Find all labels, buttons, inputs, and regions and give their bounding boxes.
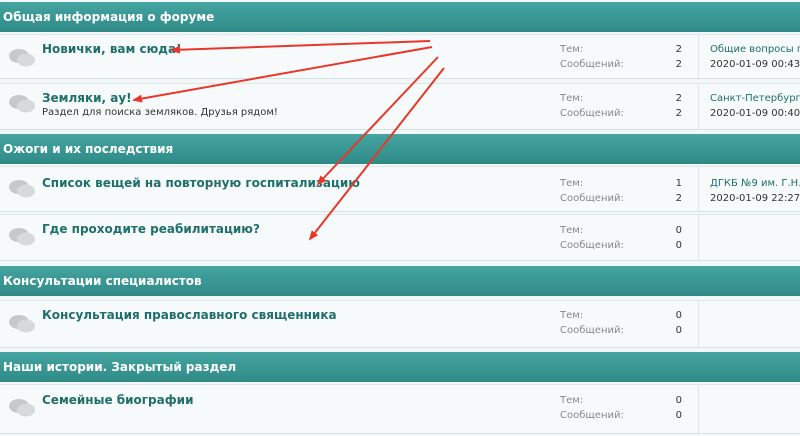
topics-count: 1 (675, 178, 682, 189)
forum-row: Список вещей на повторную госпитализацию… (0, 166, 800, 212)
topics-count: 0 (675, 310, 682, 321)
column-divider (698, 301, 699, 347)
forum-title-link[interactable]: Семейные биографии (42, 393, 193, 407)
topics-count: 2 (675, 93, 682, 104)
topics-label: Тем: (560, 225, 584, 236)
category-header[interactable]: Ожоги и их последствия (0, 134, 800, 164)
category-header[interactable]: Наши истории. Закрытый раздел (0, 352, 800, 382)
posts-label: Сообщений: (560, 108, 624, 119)
forum-bubble-icon (9, 399, 35, 417)
topics-label: Тем: (560, 44, 584, 55)
forum-row: Земляки, ау! Раздел для поиска земляков.… (0, 83, 800, 130)
posts-count: 2 (675, 108, 682, 119)
last-post-link[interactable]: ДГКБ №9 им. Г.Н. С (710, 178, 800, 189)
posts-count: 0 (675, 410, 682, 421)
last-post-date: 2020-01-09 00:40:5 (710, 108, 800, 119)
posts-count: 2 (675, 59, 682, 70)
forum-bubble-icon (9, 180, 35, 198)
forum-row: Консультация православного священника Те… (0, 300, 800, 348)
posts-label: Сообщений: (560, 410, 624, 421)
column-divider (698, 84, 699, 129)
topics-label: Тем: (560, 178, 584, 189)
topics-count: 0 (675, 395, 682, 406)
forum-bubble-icon (9, 228, 35, 246)
posts-count: 0 (675, 240, 682, 251)
forum-bubble-icon (9, 95, 35, 113)
topics-label: Тем: (560, 395, 584, 406)
topics-count: 2 (675, 44, 682, 55)
forum-title-link[interactable]: Земляки, ау! (42, 91, 132, 105)
forum-row: Новички, вам сюда! Тем: 2 Сообщений: 2 О… (0, 34, 800, 79)
forum-bubble-icon (9, 315, 35, 333)
column-divider (698, 215, 699, 260)
posts-label: Сообщений: (560, 193, 624, 204)
posts-count: 0 (675, 325, 682, 336)
forum-title-link[interactable]: Список вещей на повторную госпитализацию (42, 176, 360, 190)
posts-count: 2 (675, 193, 682, 204)
last-post-date: 2020-01-09 22:27:3 (710, 193, 800, 204)
forum-title-link[interactable]: Новички, вам сюда! (42, 42, 182, 56)
forum-title-link[interactable]: Где проходите реабилитацию? (42, 222, 260, 236)
forum-row: Семейные биографии Тем: 0 Сообщений: 0 (0, 384, 800, 434)
column-divider (698, 385, 699, 433)
category-header[interactable]: Консультации специалистов (0, 266, 800, 296)
topics-label: Тем: (560, 310, 584, 321)
forum-row: Где проходите реабилитацию? Тем: 0 Сообщ… (0, 214, 800, 261)
forum-bubble-icon (9, 49, 35, 67)
posts-label: Сообщений: (560, 240, 624, 251)
topics-count: 0 (675, 225, 682, 236)
last-post-date: 2020-01-09 00:43:0 (710, 59, 800, 70)
column-divider (698, 35, 699, 78)
forum-description: Раздел для поиска земляков. Друзья рядом… (42, 107, 278, 118)
last-post-link[interactable]: Общие вопросы по (710, 44, 800, 55)
topics-label: Тем: (560, 93, 584, 104)
forum-title-link[interactable]: Консультация православного священника (42, 308, 337, 322)
last-post-link[interactable]: Санкт-Петербург и (710, 93, 800, 104)
posts-label: Сообщений: (560, 325, 624, 336)
category-header[interactable]: Общая информация о форуме (0, 2, 800, 32)
column-divider (698, 167, 699, 211)
posts-label: Сообщений: (560, 59, 624, 70)
